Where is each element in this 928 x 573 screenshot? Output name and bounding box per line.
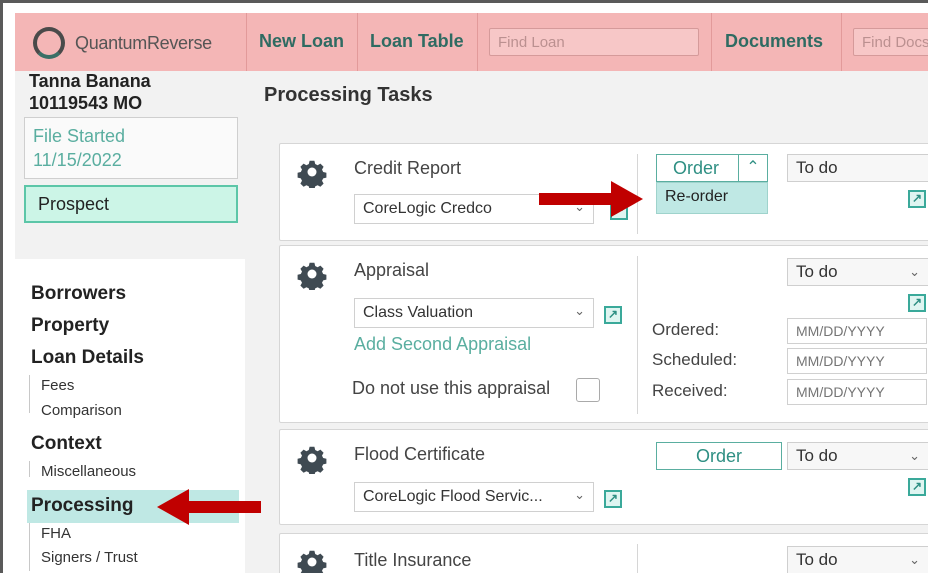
task-card-flood-certificate: Flood Certificate CoreLogic Flood Servic… (279, 429, 928, 525)
add-second-appraisal-link[interactable]: Add Second Appraisal (354, 334, 531, 355)
open-external-icon[interactable]: ↗ (908, 478, 926, 496)
chevron-down-icon: ⌄ (909, 552, 920, 567)
task-name-title-insurance: Title Insurance (354, 550, 472, 570)
received-label: Received: (652, 381, 728, 400)
flood-order-button[interactable]: Order (656, 442, 782, 470)
nav-loan-details[interactable]: Loan Details (31, 347, 144, 369)
app-window: QuantumReverse New Loan Loan Table Docum… (0, 0, 928, 573)
title-status-select[interactable]: To do ⌄ (787, 546, 928, 573)
nav-miscellaneous[interactable]: Miscellaneous (41, 463, 136, 480)
appraisal-status-select[interactable]: To do ⌄ (787, 258, 928, 286)
credit-vendor-value: CoreLogic Credco (363, 200, 492, 217)
title-status-value: To do (796, 550, 838, 569)
appraisal-status-value: To do (796, 262, 838, 281)
flood-status-value: To do (796, 446, 838, 465)
quantum-logo-icon (33, 27, 65, 59)
nav-comparison[interactable]: Comparison (41, 402, 122, 419)
do-not-use-checkbox[interactable] (576, 378, 600, 402)
reorder-menu-item[interactable]: Re-order (656, 182, 768, 214)
red-arrow-annotation (157, 489, 261, 525)
task-card-title-insurance: Title Insurance To do ⌄ (279, 533, 928, 573)
loan-id-state: 10119543 MO (29, 93, 143, 113)
main-content: Processing Tasks Credit Report CoreLogic… (245, 71, 928, 573)
ordered-date-input[interactable] (787, 318, 927, 344)
nav-fha[interactable]: FHA (41, 525, 71, 542)
stage-badge[interactable]: Prospect (24, 185, 238, 223)
task-name-appraisal: Appraisal (354, 260, 430, 280)
appraisal-vendor-select[interactable]: Class Valuation ⌄ (354, 298, 594, 328)
find-loan-input[interactable] (489, 28, 699, 56)
gear-icon (297, 160, 327, 188)
open-external-icon[interactable]: ↗ (908, 190, 926, 208)
gear-icon (297, 550, 327, 573)
chevron-down-icon: ⌄ (574, 487, 585, 502)
chevron-down-icon: ⌄ (909, 448, 920, 463)
page-title: Processing Tasks (264, 84, 433, 106)
task-card-appraisal: Appraisal Class Valuation ⌄ ↗ Add Second… (279, 245, 928, 423)
credit-order-label: Order (673, 158, 720, 178)
open-external-icon[interactable]: ↗ (908, 294, 926, 312)
credit-status-select[interactable]: To do (787, 154, 928, 182)
nav-context[interactable]: Context (31, 433, 102, 455)
chevron-up-icon[interactable]: ⌃ (738, 154, 768, 182)
gear-icon (297, 262, 327, 290)
task-name-credit-report: Credit Report (354, 158, 462, 178)
scheduled-label: Scheduled: (652, 350, 738, 369)
flood-vendor-value: CoreLogic Flood Servic... (363, 488, 543, 505)
nav-fees[interactable]: Fees (41, 377, 74, 394)
new-loan-link[interactable]: New Loan (259, 31, 344, 52)
documents-link[interactable]: Documents (725, 31, 823, 52)
flood-vendor-select[interactable]: CoreLogic Flood Servic... ⌄ (354, 482, 594, 512)
chevron-down-icon: ⌄ (909, 264, 920, 279)
loan-table-link[interactable]: Loan Table (370, 31, 464, 52)
gear-icon (297, 446, 327, 474)
file-date: 11/15/2022 (33, 150, 122, 170)
task-name-flood-certificate: Flood Certificate (354, 444, 486, 464)
flood-status-select[interactable]: To do ⌄ (787, 442, 928, 470)
app-logo-text: QuantumReverse (75, 33, 212, 53)
open-external-icon[interactable]: ↗ (604, 306, 622, 324)
red-arrow-annotation (539, 181, 643, 217)
do-not-use-label: Do not use this appraisal (352, 378, 551, 398)
borrower-name: Tanna Banana (29, 71, 151, 91)
received-date-input[interactable] (787, 379, 927, 405)
find-docs-input[interactable] (853, 28, 928, 56)
scheduled-date-input[interactable] (787, 348, 927, 374)
open-external-icon[interactable]: ↗ (604, 490, 622, 508)
nav-processing[interactable]: Processing (31, 495, 133, 517)
file-status-label: File Started (33, 126, 126, 146)
chevron-down-icon: ⌄ (574, 303, 585, 318)
credit-order-button[interactable]: Order (656, 154, 744, 182)
top-nav-bar: QuantumReverse New Loan Loan Table Docum… (15, 13, 928, 71)
nav-borrowers[interactable]: Borrowers (31, 283, 126, 305)
appraisal-vendor-value: Class Valuation (363, 304, 473, 321)
file-status-box: File Started 11/15/2022 (24, 117, 238, 179)
nav-property[interactable]: Property (31, 315, 109, 337)
ordered-label: Ordered: (652, 320, 720, 339)
nav-signers-trust[interactable]: Signers / Trust (41, 549, 138, 566)
